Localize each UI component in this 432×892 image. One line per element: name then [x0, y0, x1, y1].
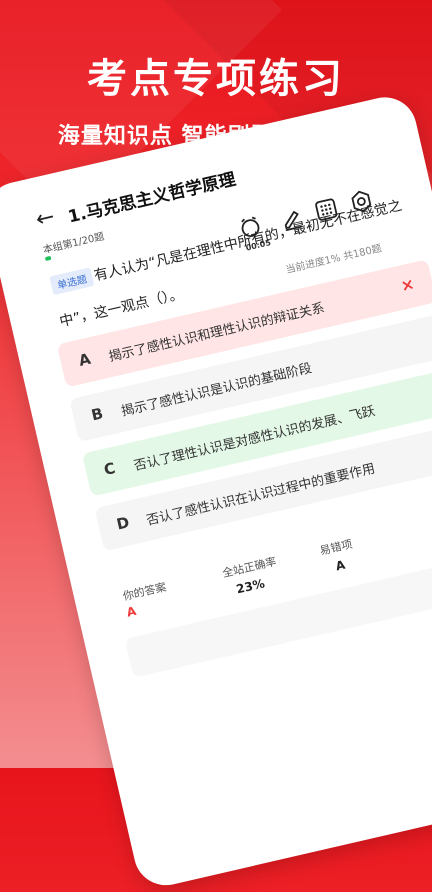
progress-indicator [44, 255, 52, 262]
wrong-mark-icon: × [398, 273, 417, 296]
back-arrow-icon[interactable]: ← [34, 204, 58, 233]
easy-wrong-label: 易错项 [318, 537, 354, 558]
phone-mockup: ← 1.马克思主义哲学原理 本组第1/20题 00:05 当前进度1% 共180… [0, 91, 432, 892]
option-letter: C [102, 458, 117, 480]
accuracy-value: 23% [234, 576, 267, 597]
question-type-badge: 单选题 [49, 267, 95, 296]
hero-title: 考点专项练习 [87, 56, 345, 102]
page-title: 1.马克思主义哲学原理 [66, 169, 238, 228]
your-answer-label: 你的答案 [121, 580, 168, 604]
stats-panel [124, 553, 432, 678]
accuracy-label: 全站正确率 [221, 555, 278, 581]
group-progress: 本组第1/20题 [42, 231, 106, 257]
option-letter: B [89, 404, 105, 425]
option-letter: D [114, 513, 131, 534]
option-letter: A [77, 349, 93, 370]
your-answer-value: A [125, 603, 138, 620]
current-progress: 当前进度1% 共180题 [284, 243, 383, 277]
easy-wrong-value: A [334, 557, 347, 574]
